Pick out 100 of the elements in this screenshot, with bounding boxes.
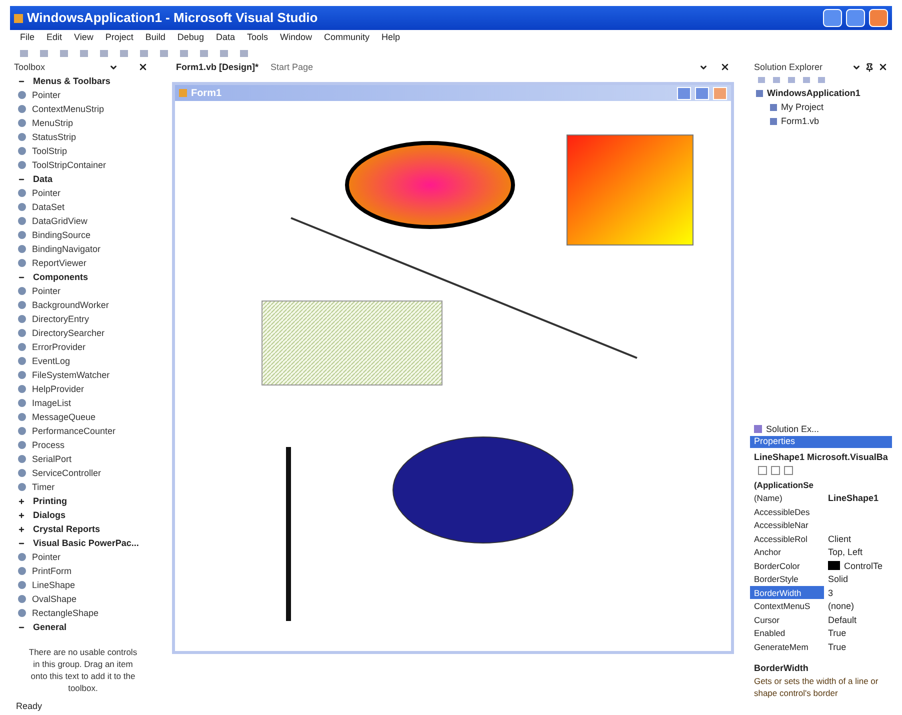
menu-item[interactable]: Tools — [246, 31, 268, 45]
dropdown-icon[interactable] — [698, 62, 708, 72]
toolbox-item[interactable]: ErrorProvider — [10, 340, 156, 354]
toolbox-item[interactable]: MessageQueue — [10, 410, 156, 424]
toolbox-group[interactable]: Printing — [10, 494, 156, 508]
minimize-icon[interactable] — [823, 9, 842, 27]
toolbox-item[interactable]: FileSystemWatcher — [10, 368, 156, 382]
toolbox-item[interactable]: DataSet — [10, 200, 156, 214]
close-icon[interactable] — [878, 62, 888, 72]
property-row[interactable]: Enabled True — [750, 626, 892, 640]
property-row[interactable]: (ApplicationSe — [750, 478, 892, 491]
toolbox-item[interactable]: ContextMenuStrip — [10, 102, 156, 116]
tree-item[interactable]: WindowsApplication1 — [750, 86, 892, 100]
toolbar-icon[interactable] — [180, 50, 188, 56]
toolbar-icon[interactable] — [20, 50, 28, 56]
toolbox-item[interactable]: PrintForm — [10, 564, 156, 578]
property-row[interactable]: AccessibleRol Client — [750, 532, 892, 545]
property-name: BorderStyle — [752, 573, 800, 586]
menu-item[interactable]: File — [20, 31, 35, 45]
dropdown-icon[interactable] — [852, 62, 861, 72]
toolbar-icon[interactable] — [140, 50, 148, 56]
property-row[interactable]: ContextMenuS (none) — [750, 599, 892, 612]
expand-icon[interactable] — [18, 498, 25, 504]
menu-item[interactable]: Community — [324, 31, 370, 45]
toolbox-item[interactable]: ToolStripContainer — [10, 158, 156, 172]
expand-icon[interactable] — [18, 526, 25, 532]
property-row[interactable]: Anchor Top, Left — [750, 545, 892, 558]
toolbox-item[interactable]: Pointer — [10, 284, 156, 298]
close-icon[interactable] — [720, 62, 730, 72]
expand-icon[interactable] — [18, 512, 25, 518]
toolbar-icon[interactable] — [60, 50, 68, 56]
toolbar-icon[interactable] — [220, 50, 228, 56]
toolbox-item[interactable]: StatusStrip — [10, 130, 156, 144]
toolbar-icon[interactable] — [120, 50, 128, 56]
close-icon[interactable] — [138, 62, 148, 72]
toolbox-item[interactable]: MenuStrip — [10, 116, 156, 130]
toolbox-item[interactable]: RectangleShape — [10, 606, 156, 620]
minimize-icon[interactable] — [676, 86, 691, 100]
document-tab[interactable]: Form1.vb [Design]* — [176, 60, 258, 74]
menu-item[interactable]: View — [74, 31, 94, 45]
menu-item[interactable]: Edit — [46, 31, 62, 45]
pin-icon[interactable] — [865, 62, 874, 72]
object-selector[interactable]: LineShape1 Microsoft.VisualBa — [750, 450, 892, 464]
toolbox-item[interactable]: DirectorySearcher — [10, 326, 156, 340]
toolbox-item[interactable]: BackgroundWorker — [10, 298, 156, 312]
property-row[interactable]: BorderColor ControlTe — [750, 558, 892, 572]
toolbox-item[interactable]: ReportViewer — [10, 256, 156, 270]
toolbox-group[interactable]: Dialogs — [10, 508, 156, 522]
property-row[interactable]: BorderWidth 3 — [750, 586, 892, 599]
toolbox-item[interactable]: BindingNavigator — [10, 242, 156, 256]
toolbox-group[interactable]: Components — [10, 270, 156, 284]
toolbox-item[interactable]: DirectoryEntry — [10, 312, 156, 326]
toolbar-icon[interactable] — [40, 50, 48, 56]
tree-item[interactable]: My Project — [750, 100, 892, 114]
toolbox-item[interactable]: Pointer — [10, 186, 156, 200]
toolbox-item[interactable]: PerformanceCounter — [10, 424, 156, 438]
toolbox-item[interactable]: Pointer — [10, 88, 156, 102]
toolbox-item[interactable]: ImageList — [10, 396, 156, 410]
toolbox-item[interactable]: BindingSource — [10, 228, 156, 242]
toolbox-group[interactable]: Crystal Reports — [10, 522, 156, 536]
toolbar-icon[interactable] — [160, 50, 168, 56]
tree-item[interactable]: Form1.vb — [750, 114, 892, 128]
property-name: BorderColor — [752, 560, 801, 572]
toolbox-item[interactable]: Process — [10, 438, 156, 452]
toolbox-group[interactable]: Data — [10, 172, 156, 186]
dropdown-icon[interactable] — [108, 62, 118, 72]
toolbar-icon[interactable] — [200, 50, 208, 56]
toolbox-item[interactable]: DataGridView — [10, 214, 156, 228]
toolbox-item[interactable]: HelpProvider — [10, 382, 156, 396]
toolbox-item[interactable]: OvalShape — [10, 592, 156, 606]
toolbox-item[interactable]: Pointer — [10, 550, 156, 564]
property-row[interactable]: Cursor Default — [750, 612, 892, 626]
window-title: WindowsApplication1 - Microsoft Visual Studio — [27, 9, 318, 28]
toolbar-icon[interactable] — [100, 50, 108, 56]
maximize-icon[interactable] — [694, 86, 709, 100]
menu-item[interactable]: Debug — [177, 31, 204, 45]
property-row[interactable]: GenerateMem True — [750, 640, 892, 653]
menu-item[interactable]: Window — [280, 31, 312, 45]
property-row[interactable]: AccessibleDes — [750, 504, 892, 518]
toolbox-item[interactable]: LineShape — [10, 578, 156, 592]
toolbar-icon[interactable] — [80, 50, 88, 56]
document-tab[interactable]: Start Page — [270, 60, 314, 74]
menu-item[interactable]: Project — [105, 31, 134, 45]
property-row[interactable]: (Name) LineShape1 — [750, 491, 892, 504]
toolbox-item[interactable]: SerialPort — [10, 452, 156, 466]
toolbox-group[interactable]: Visual Basic PowerPac... — [10, 536, 156, 550]
toolbox-group[interactable]: General — [10, 620, 156, 634]
toolbox-group[interactable]: Menus & Toolbars — [10, 74, 156, 88]
toolbar-icon[interactable] — [240, 50, 248, 56]
toolbox-item[interactable]: Timer — [10, 480, 156, 494]
menu-item[interactable]: Build — [145, 31, 166, 45]
toolbox-item[interactable]: ServiceController — [10, 466, 156, 480]
menu-item[interactable]: Help — [382, 31, 400, 45]
toolbox-item[interactable]: ToolStrip — [10, 144, 156, 158]
maximize-icon[interactable] — [846, 9, 865, 27]
panel-tab[interactable]: Solution Ex... — [766, 422, 819, 436]
menu-item[interactable]: Data — [216, 31, 235, 45]
property-row[interactable]: AccessibleNar — [750, 518, 892, 532]
property-row[interactable]: BorderStyle Solid — [750, 572, 892, 586]
toolbox-item[interactable]: EventLog — [10, 354, 156, 368]
